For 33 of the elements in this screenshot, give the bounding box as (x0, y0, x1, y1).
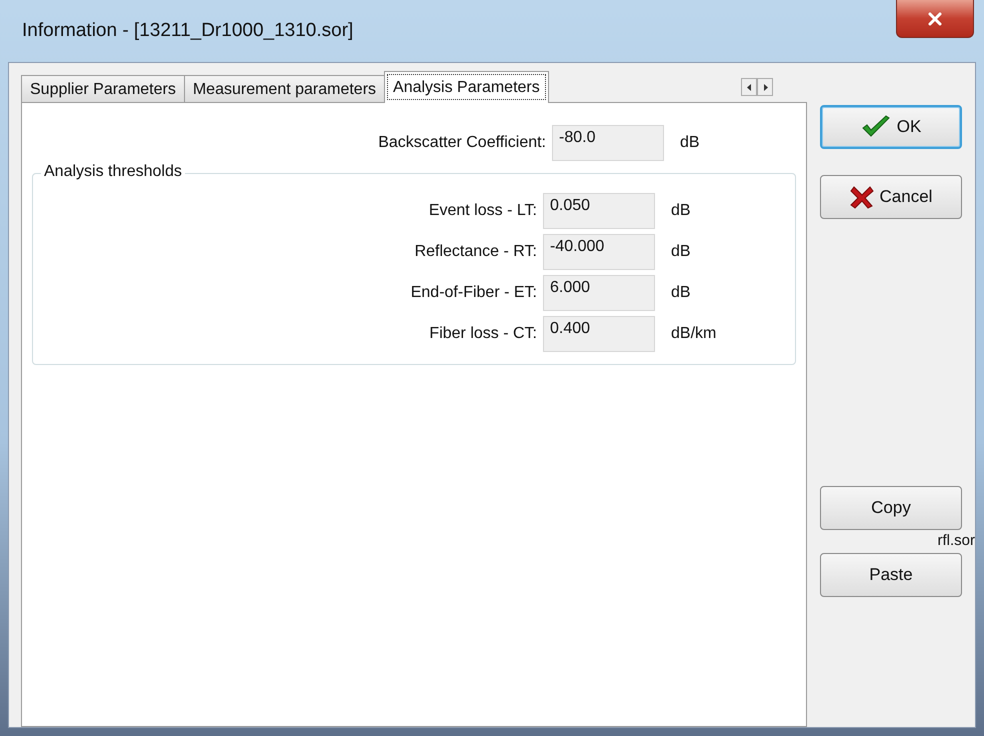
right-arrow-icon (762, 84, 768, 90)
close-icon (927, 12, 943, 26)
tab[interactable]: Measurement parameters (184, 75, 386, 103)
close-button[interactable] (896, 0, 974, 38)
unit-label: dB/km (671, 324, 716, 342)
ok-button[interactable]: OK (820, 105, 962, 149)
tab[interactable]: Supplier Parameters (21, 75, 185, 103)
unit-label: dB (671, 242, 691, 260)
input-field[interactable]: 6.000 (543, 274, 655, 310)
unit-label: dB (671, 284, 691, 302)
field-label: Backscatter Coefficient: (377, 134, 547, 152)
tab[interactable]: Analysis Parameters (384, 71, 549, 103)
input-field[interactable]: -80.0 (552, 125, 664, 161)
input-field[interactable]: -40.000 (543, 234, 655, 270)
group-title: Analysis thresholds (41, 163, 185, 181)
field-label: Fiber loss - CT: (428, 324, 538, 342)
x-icon (850, 185, 874, 209)
window-title: Information - [13211_Dr1000_1310.sor] (22, 20, 354, 42)
field-label: Event loss - LT: (428, 202, 538, 220)
input-field[interactable]: 0.400 (543, 316, 655, 352)
unit-label: dB (680, 134, 700, 152)
field-label: End-of-Fiber - ET: (410, 284, 538, 302)
scroll-right-button[interactable] (757, 78, 773, 96)
copy-button[interactable]: Copy (820, 486, 962, 530)
field-label: Reflectance - RT: (414, 242, 538, 260)
paste-button[interactable]: Paste (820, 553, 962, 597)
scroll-left-button[interactable] (741, 78, 757, 96)
unit-label: dB (671, 202, 691, 220)
cancel-button[interactable]: Cancel (820, 175, 962, 219)
left-arrow-icon (746, 84, 752, 90)
file-name: rfl.sor (938, 532, 975, 549)
input-field[interactable]: 0.050 (543, 192, 655, 228)
checkmark-icon (860, 115, 891, 139)
